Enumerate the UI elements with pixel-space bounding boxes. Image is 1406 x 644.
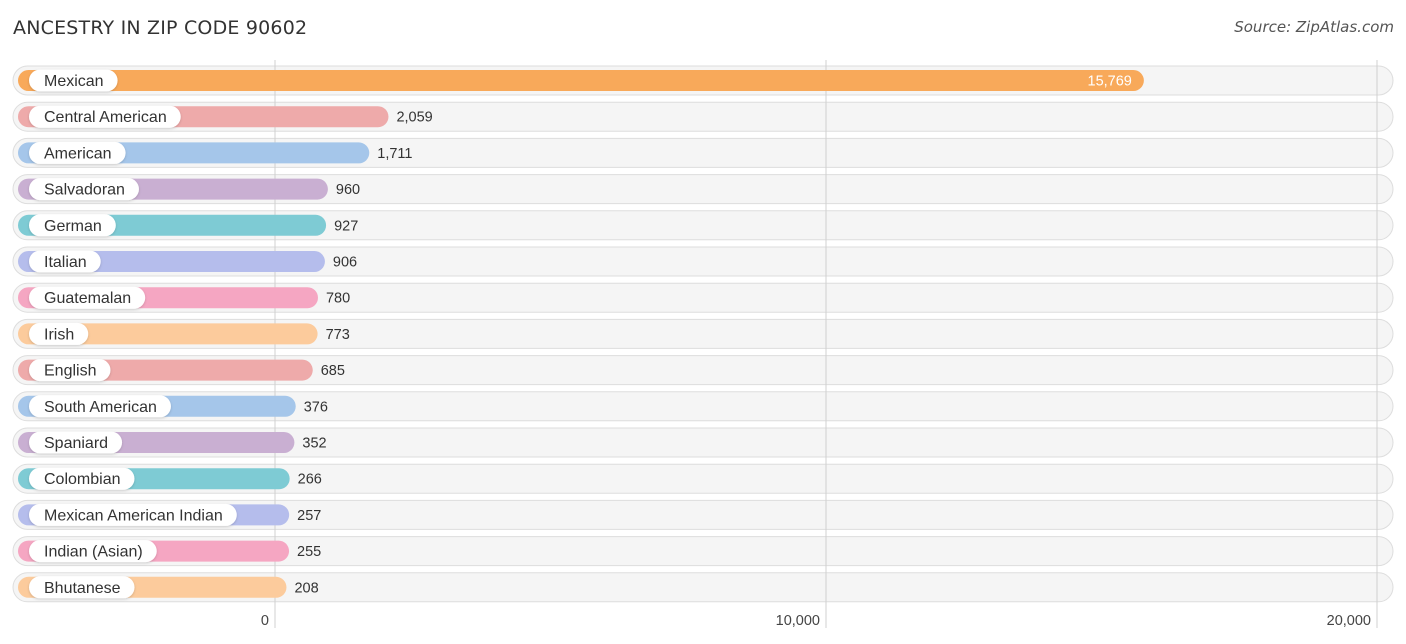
bar-row: Colombian 266 (18, 467, 322, 490)
value-label: 2,059 (396, 110, 432, 126)
bar-row: Irish 773 (18, 322, 350, 345)
bar-row: Mexican American Indian 257 (18, 503, 321, 526)
x-tick-label: 20,000 (1327, 613, 1371, 629)
bar (18, 70, 1144, 91)
category-label: Central American (44, 109, 167, 126)
value-label: 906 (333, 255, 357, 271)
value-label: 208 (294, 580, 318, 596)
category-label: Salvadoran (44, 182, 125, 199)
bar-row: Indian (Asian) 255 (18, 540, 321, 563)
category-label: German (44, 218, 102, 235)
bar-row: Salvadoran 960 (18, 178, 360, 201)
value-label: 960 (336, 182, 360, 198)
category-label: English (44, 363, 96, 380)
value-label: 352 (302, 436, 326, 452)
bar-chart: Mexican 15,769 Central American 2,059 Americ… (12, 60, 1394, 629)
bar-row: Italian 906 (18, 250, 357, 273)
value-label: 927 (334, 218, 358, 234)
value-label: 15,769 (1088, 74, 1132, 90)
value-label: 376 (304, 399, 328, 415)
category-label: Mexican American Indian (44, 507, 223, 524)
value-label: 780 (326, 291, 350, 307)
category-label: Spaniard (44, 435, 108, 452)
value-label: 1,711 (377, 146, 412, 162)
bar-row: Central American 2,059 (18, 105, 433, 128)
value-label: 685 (321, 363, 345, 379)
value-label: 266 (298, 472, 322, 488)
bar-row: Guatemalan 780 (18, 286, 350, 309)
category-label: Bhutanese (44, 580, 121, 597)
x-tick-label: 10,000 (776, 613, 820, 629)
bar-row: German 927 (18, 214, 358, 237)
bar-row: American 1,711 (18, 141, 412, 164)
value-label: 255 (297, 544, 321, 560)
bar-row: Bhutanese 208 (18, 576, 319, 599)
category-label: Irish (44, 326, 74, 343)
category-label: Italian (44, 254, 87, 271)
category-label: Guatemalan (44, 290, 131, 307)
value-label: 257 (297, 508, 321, 524)
category-label: Colombian (44, 471, 120, 488)
category-label: Indian (Asian) (44, 544, 143, 561)
category-label: Mexican (44, 73, 104, 90)
category-label: South American (44, 399, 157, 416)
category-label: American (44, 145, 112, 162)
x-tick-label: 0 (261, 613, 269, 629)
bar-row: English 685 (18, 359, 345, 382)
value-label: 773 (326, 327, 350, 343)
bar-row: Mexican 15,769 (18, 69, 1144, 92)
bar-row: South American 376 (18, 395, 328, 418)
bar-row: Spaniard 352 (18, 431, 327, 454)
